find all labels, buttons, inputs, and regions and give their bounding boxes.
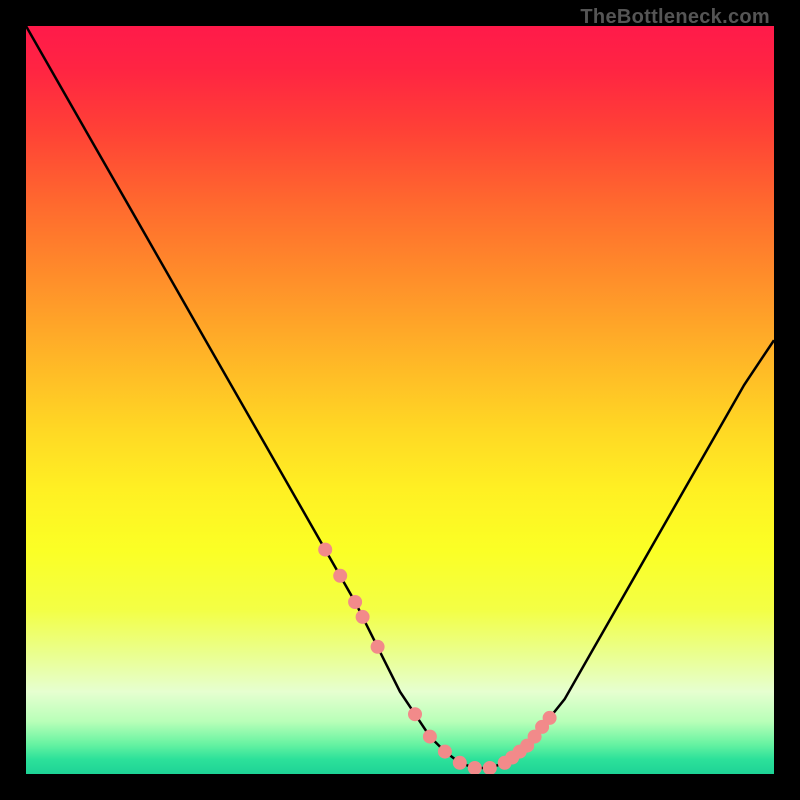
curve-marker [468, 761, 482, 774]
curve-marker [356, 610, 370, 624]
curve-marker [483, 761, 497, 774]
chart-svg [26, 26, 774, 774]
curve-marker [438, 745, 452, 759]
curve-markers [318, 543, 556, 774]
watermark-text: TheBottleneck.com [580, 6, 770, 29]
plot-area [26, 26, 774, 774]
curve-marker [348, 595, 362, 609]
curve-marker [543, 711, 557, 725]
curve-marker [371, 640, 385, 654]
bottleneck-curve [26, 26, 774, 768]
curve-marker [408, 707, 422, 721]
curve-marker [333, 569, 347, 583]
curve-marker [453, 756, 467, 770]
curve-marker [423, 730, 437, 744]
curve-marker [318, 543, 332, 557]
chart-frame: TheBottleneck.com [0, 0, 800, 800]
